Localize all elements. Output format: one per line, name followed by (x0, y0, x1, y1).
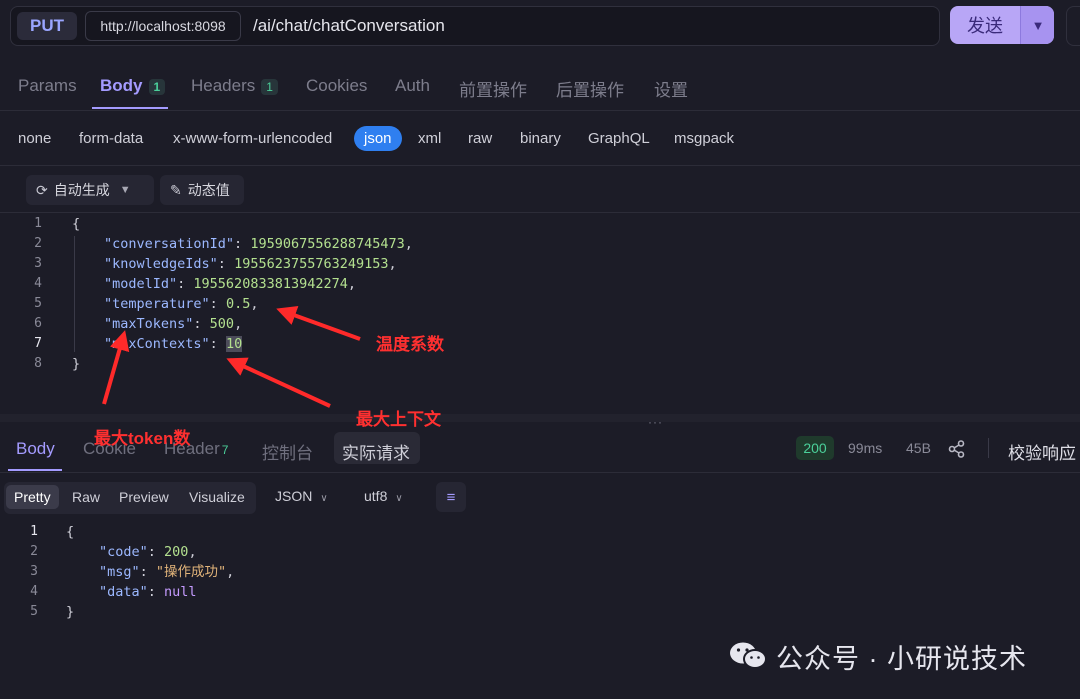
view-mode-pretty[interactable]: Pretty (6, 485, 59, 509)
wechat-icon (730, 642, 767, 669)
watermark: 公众号 · 小研说技术 (728, 636, 1027, 676)
line-number: 2 (30, 544, 38, 559)
view-mode-raw[interactable]: Raw (72, 489, 100, 505)
verify-response-button[interactable]: 校验响应 (1008, 439, 1076, 464)
annotation-max-token: 最大token数 (94, 429, 191, 448)
tab-label: 控制台 (262, 444, 313, 463)
code-line: "data": null (99, 584, 197, 600)
annotation-temperature: 温度系数 (376, 335, 444, 354)
arrow-temperature (276, 306, 361, 341)
tab-actual-request[interactable]: 实际请求 (342, 439, 410, 464)
line-number: 5 (30, 604, 38, 619)
tab-response-body[interactable]: Body (16, 439, 55, 459)
brace: { (66, 524, 75, 540)
active-tab-indicator (8, 469, 62, 471)
view-mode-visualize[interactable]: Visualize (189, 489, 245, 505)
count-badge: 7 (221, 443, 229, 457)
json-value: "操作成功" (155, 564, 227, 580)
drag-handle-icon[interactable]: ··· (648, 415, 663, 429)
json-key: "msg" (99, 564, 140, 580)
json-key: "data" (99, 584, 148, 600)
status-badge: 200 (796, 436, 834, 460)
line-number: 1 (30, 524, 38, 539)
share-icon[interactable] (948, 440, 966, 458)
tab-console[interactable]: 控制台 (262, 439, 313, 464)
encoding-label: utf8 (364, 488, 388, 504)
comma: , (226, 564, 235, 580)
line-number: 4 (30, 584, 38, 599)
code-line: } (66, 602, 74, 622)
line-number: 3 (30, 564, 38, 579)
json-value: null (164, 584, 197, 600)
chevron-down-icon: ∨ (320, 493, 328, 504)
panel-splitter[interactable] (0, 414, 1080, 422)
json-value: 200 (164, 544, 189, 560)
json-key: "code" (99, 544, 148, 560)
arrow-max-contexts (226, 357, 331, 408)
chevron-down-icon: ∨ (395, 493, 403, 504)
annotation-max-context: 最大上下文 (356, 410, 441, 429)
tab-label: 实际请求 (342, 444, 410, 463)
watermark-text: 公众号 · 小研说技术 (776, 643, 1027, 674)
view-mode-preview[interactable]: Preview (119, 489, 169, 505)
word-wrap-icon[interactable]: ≡ (436, 482, 466, 512)
format-label: JSON (275, 488, 313, 504)
code-line: "msg": "操作成功", (99, 564, 235, 580)
encoding-select[interactable]: utf8 ∨ (364, 488, 403, 504)
divider (0, 472, 1080, 473)
response-size: 45B (906, 440, 931, 456)
comma: , (188, 544, 197, 560)
format-select[interactable]: JSON ∨ (275, 488, 328, 504)
brace: } (66, 604, 75, 620)
divider (988, 438, 989, 458)
response-time: 99ms (848, 440, 883, 456)
code-line: { (66, 522, 74, 542)
arrow-max-tokens (102, 330, 130, 405)
code-line: "code": 200, (99, 544, 197, 560)
tab-label: Body (16, 439, 55, 458)
